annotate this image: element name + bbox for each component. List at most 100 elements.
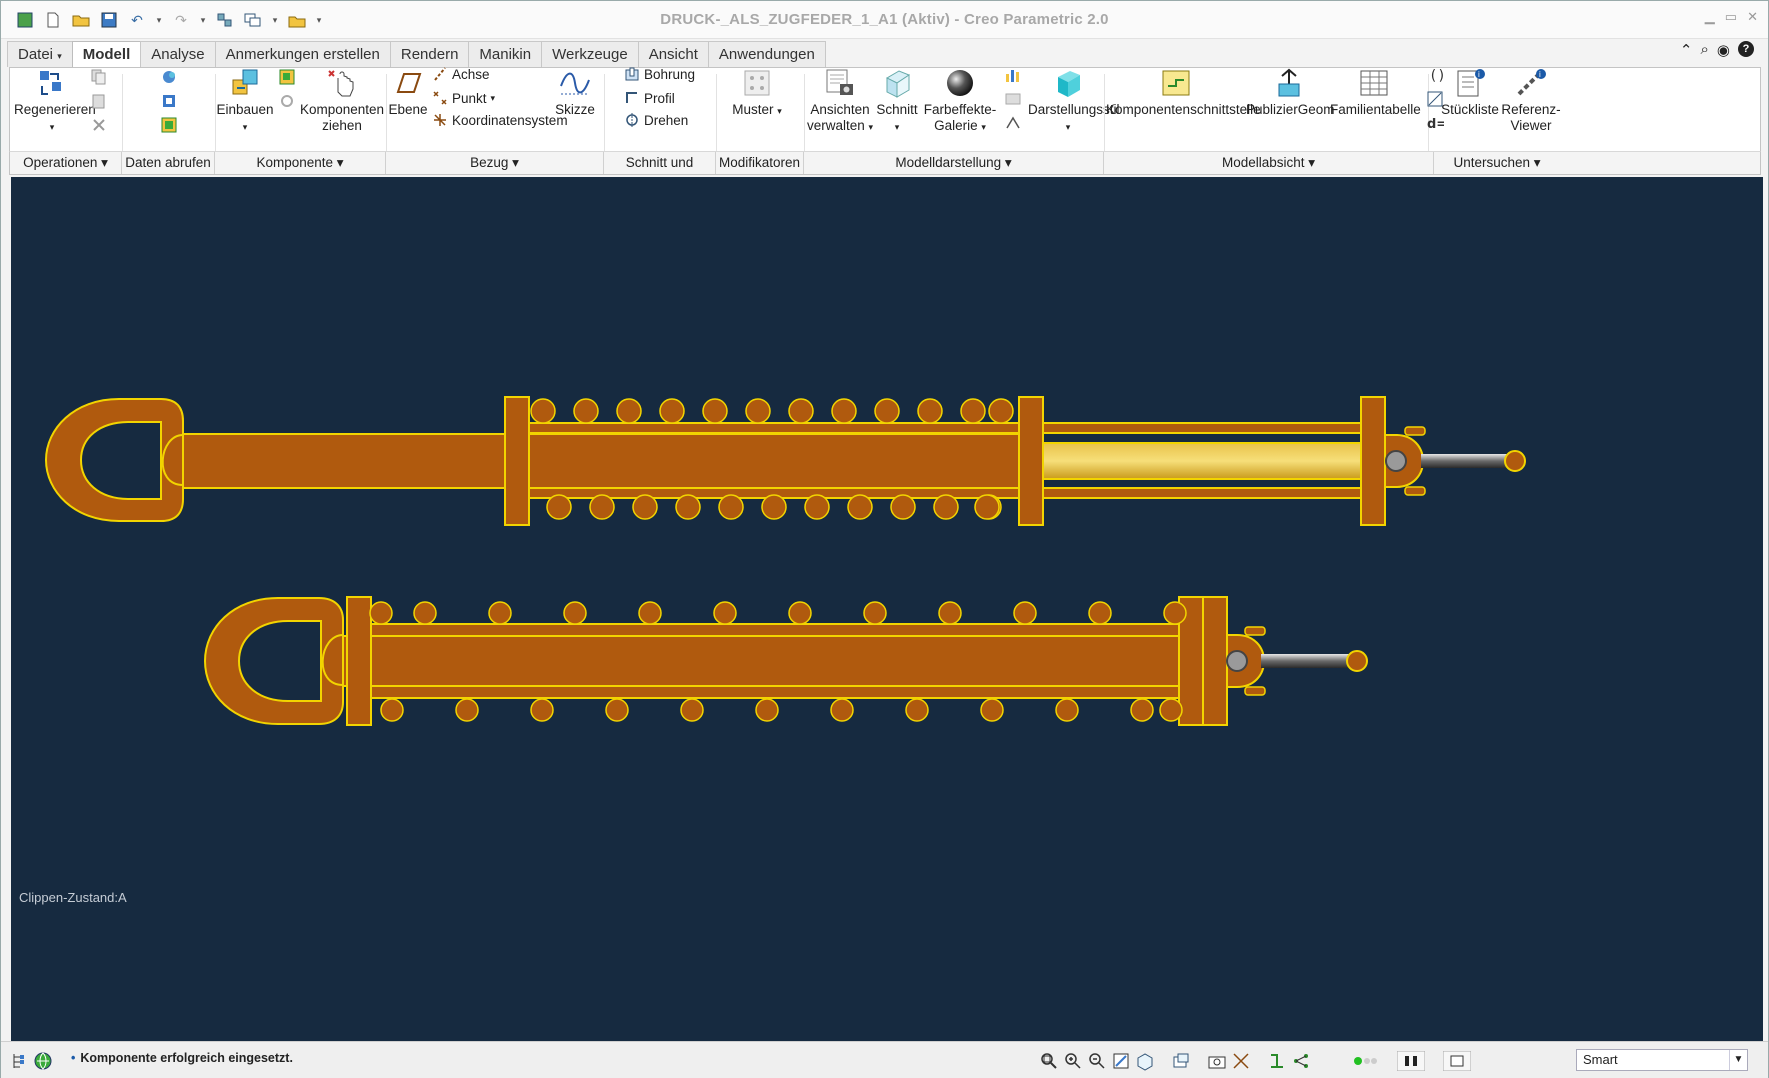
- group-modellabsicht[interactable]: Modellabsicht ▾: [1104, 152, 1434, 174]
- sleeve-bottom-lower: [346, 685, 1218, 699]
- repaint-icon[interactable]: [1111, 1051, 1131, 1071]
- revolve-button[interactable]: Drehen: [624, 112, 688, 128]
- community-icon[interactable]: ◉: [1717, 41, 1730, 59]
- csys-button[interactable]: Koordinatensystem: [432, 112, 568, 128]
- graphics-window[interactable]: Clippen-Zustand:A: [11, 177, 1763, 1041]
- find-icon[interactable]: [1396, 1050, 1426, 1072]
- group-untersuchen[interactable]: Untersuchen ▾: [1434, 152, 1560, 174]
- display-small-2-icon[interactable]: [1004, 90, 1022, 108]
- annotation-display-icon[interactable]: [1291, 1051, 1311, 1071]
- clevis-tab-bottom-lower: [1244, 686, 1266, 696]
- spring-coil: [380, 698, 404, 722]
- section-icon: [885, 70, 911, 98]
- spring-coil: [563, 601, 587, 625]
- section-button[interactable]: Schnitt ▾: [874, 68, 920, 135]
- merge-icon[interactable]: [160, 92, 178, 110]
- drag-hand-icon: [328, 70, 354, 97]
- model-tree-toggle-icon[interactable]: [9, 1051, 29, 1071]
- plane-button[interactable]: Ebene: [388, 68, 428, 118]
- rod-end-upper: [1504, 450, 1526, 472]
- bom-button[interactable]: i Stückliste: [1440, 68, 1500, 118]
- tab-anwendungen[interactable]: Anwendungen: [707, 41, 826, 67]
- search-icon[interactable]: ⌕: [1701, 41, 1709, 59]
- group-daten-abrufen[interactable]: Daten abrufen ▾: [122, 152, 215, 192]
- tab-datei[interactable]: Datei ▾: [7, 41, 73, 67]
- spring-coil: [488, 601, 512, 625]
- tab-anmerkungen[interactable]: Anmerkungen erstellen: [214, 41, 391, 67]
- spring-coil: [1159, 698, 1183, 722]
- spring-coil: [659, 398, 685, 424]
- group-operationen[interactable]: Operationen ▾: [10, 152, 122, 174]
- appearance-gallery-button[interactable]: Farbeffekte- Galerie ▾: [922, 68, 998, 135]
- close-icon[interactable]: ✕: [1747, 9, 1758, 25]
- reference-viewer-button[interactable]: i Referenz- Viewer: [1500, 68, 1562, 134]
- point-button[interactable]: Punkt ▾: [432, 90, 495, 106]
- create-component-icon[interactable]: [278, 68, 296, 86]
- ribbon-tabs: Datei ▾ Modell Analyse Anmerkungen erste…: [7, 41, 826, 68]
- group-modelldarstellung[interactable]: Modelldarstellung ▾: [804, 152, 1104, 174]
- display-style-cube-icon: [1058, 71, 1080, 97]
- spring-coils-bottom-lower: [380, 698, 1183, 722]
- zoom-in-icon[interactable]: [1063, 1051, 1083, 1071]
- paste-icon[interactable]: [90, 92, 108, 110]
- tab-analyse[interactable]: Analyse: [140, 41, 216, 67]
- tab-manikin[interactable]: Manikin: [468, 41, 543, 67]
- minimize-ribbon-icon[interactable]: ⌃: [1680, 41, 1693, 59]
- group-modifikatoren[interactable]: Modifikatoren ▾: [716, 152, 804, 192]
- perspective-icon[interactable]: [1004, 114, 1022, 132]
- display-style-button[interactable]: Darstellungsstil ▾: [1028, 68, 1120, 135]
- display-small-1-icon[interactable]: [1004, 66, 1022, 84]
- family-table-button[interactable]: Familientabelle: [1330, 68, 1421, 118]
- spring-coil: [874, 398, 900, 424]
- minimize-icon[interactable]: ▁: [1705, 9, 1715, 25]
- assemble-button[interactable]: Einbauen ▾: [216, 68, 274, 135]
- rod-body-upper: [182, 433, 1044, 489]
- creo-window: ↶ ▾ ↷ ▾ ▾ ▾ DRUCK-_ALS_ZUGFEDER_1_A1 (Ak…: [0, 0, 1769, 1078]
- tab-modell[interactable]: Modell: [71, 41, 142, 68]
- tab-werkzeuge[interactable]: Werkzeuge: [541, 41, 639, 67]
- regenerate-button[interactable]: Regenerieren ▾: [14, 68, 96, 135]
- pattern-icon: [744, 70, 770, 96]
- datum-display-icon[interactable]: [1231, 1051, 1251, 1071]
- user-defined-feature-icon[interactable]: [160, 116, 178, 134]
- component-interface-button[interactable]: Komponentenschnittstelle: [1106, 68, 1261, 118]
- chevron-down-icon[interactable]: ▼: [1729, 1050, 1747, 1070]
- profile-icon: [624, 90, 640, 106]
- zoom-out-icon[interactable]: [1087, 1051, 1107, 1071]
- assembly-lower[interactable]: [203, 596, 1368, 726]
- group-schnitt-flaeche[interactable]: Schnitt und Fläche ▾: [604, 152, 716, 192]
- view-manager-icon[interactable]: [1171, 1051, 1191, 1071]
- saved-orientations-icon[interactable]: [1135, 1051, 1155, 1071]
- point-icon: [432, 90, 448, 106]
- hole-button[interactable]: Bohrung: [624, 66, 695, 82]
- copy-geometry-icon[interactable]: [160, 68, 178, 86]
- axis-button[interactable]: Achse: [432, 66, 490, 82]
- tab-rendern[interactable]: Rendern: [389, 41, 470, 67]
- component-interface-icon: [1162, 70, 1190, 96]
- delete-icon[interactable]: [90, 116, 108, 134]
- tab-ansicht[interactable]: Ansicht: [637, 41, 709, 67]
- repeat-icon[interactable]: [278, 92, 296, 110]
- maximize-icon[interactable]: ▭: [1725, 9, 1737, 25]
- drag-components-button[interactable]: Komponenten ziehen: [300, 68, 384, 134]
- browser-toggle-icon[interactable]: [33, 1051, 53, 1071]
- group-komponente[interactable]: Komponente ▾: [215, 152, 386, 174]
- pattern-button[interactable]: Muster ▾: [726, 68, 788, 119]
- publish-geom-button[interactable]: PublizierGeom: [1246, 68, 1335, 118]
- help-icon[interactable]: ?: [1738, 41, 1754, 57]
- select-box-icon[interactable]: [1442, 1050, 1472, 1072]
- camera-icon[interactable]: [1207, 1051, 1227, 1071]
- spring-coil: [761, 494, 787, 520]
- profile-button[interactable]: Profil: [624, 90, 675, 106]
- rod-end-lower: [1346, 650, 1368, 672]
- copy-icon[interactable]: [90, 68, 108, 86]
- group-bezug[interactable]: Bezug ▾: [386, 152, 604, 174]
- selection-filter-select[interactable]: Smart ▼: [1576, 1049, 1748, 1071]
- assembly-upper[interactable]: [44, 396, 1526, 526]
- spin-center-icon[interactable]: [1267, 1051, 1287, 1071]
- sketch-button[interactable]: Skizze: [550, 68, 600, 118]
- spring-coil: [788, 398, 814, 424]
- refit-icon[interactable]: [1039, 1051, 1059, 1071]
- manage-views-button[interactable]: Ansichten verwalten ▾: [806, 68, 874, 135]
- plane-icon: [396, 73, 422, 93]
